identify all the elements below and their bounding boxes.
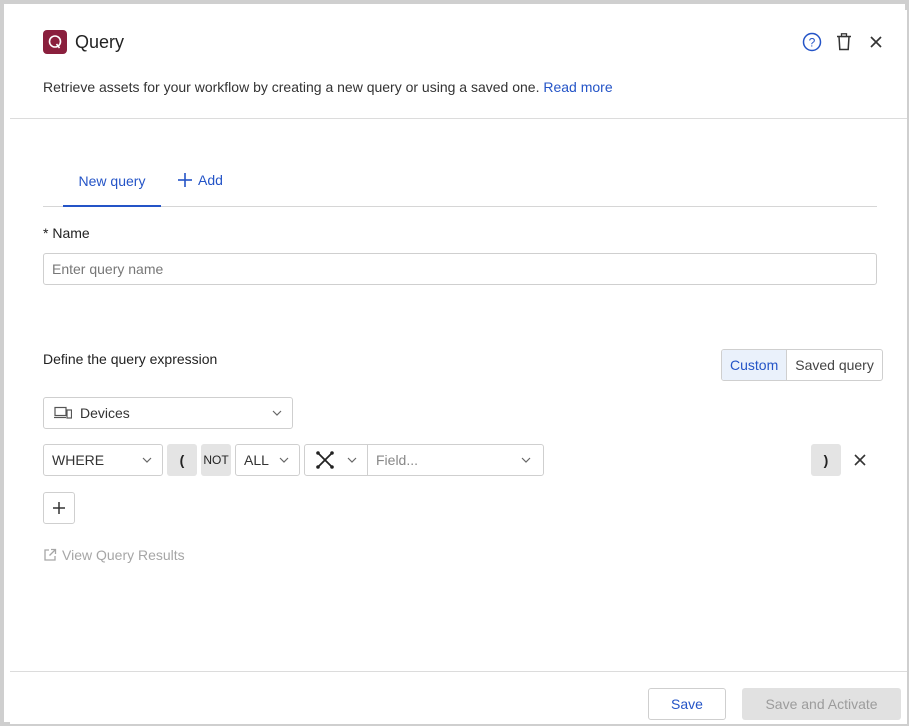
field-select[interactable]: Field... — [368, 445, 543, 475]
devices-icon — [54, 406, 72, 419]
not-toggle-button[interactable]: NOT — [201, 444, 231, 476]
dialog-title: Query — [75, 32, 125, 52]
query-tabs: New query Add — [43, 160, 877, 207]
dialog-header: Query ? Retrieve assets for your workflo… — [10, 10, 907, 119]
mode-saved-query-button[interactable]: Saved query — [787, 350, 882, 380]
help-icon[interactable]: ? — [801, 31, 823, 53]
chevron-down-icon — [521, 457, 531, 463]
close-paren-button[interactable]: ) — [811, 444, 841, 476]
plus-icon — [53, 502, 65, 514]
close-icon[interactable] — [865, 31, 887, 53]
name-label: * Name — [43, 225, 90, 241]
window-frame: Query ? Retrieve assets for your workflo… — [0, 0, 909, 726]
description-text: Retrieve assets for your workflow by cre… — [43, 79, 540, 95]
expression-label: Define the query expression — [43, 351, 218, 367]
add-tab-button[interactable]: Add — [178, 160, 223, 207]
save-button[interactable]: Save — [648, 688, 726, 720]
chevron-down-icon — [279, 457, 289, 463]
query-name-input[interactable] — [43, 253, 877, 285]
plus-icon — [178, 172, 192, 187]
query-dialog: Query ? Retrieve assets for your workflo… — [10, 10, 907, 724]
chevron-down-icon — [142, 457, 152, 463]
read-more-link[interactable]: Read more — [543, 79, 612, 95]
add-expression-button[interactable] — [43, 492, 75, 524]
all-value: ALL — [244, 452, 269, 468]
dialog-footer: Save Save and Activate — [10, 671, 907, 724]
adapters-icon — [316, 451, 334, 469]
chevron-down-icon — [272, 410, 282, 416]
chevron-down-icon — [347, 457, 357, 463]
asset-type-value: Devices — [80, 405, 130, 421]
all-select[interactable]: ALL — [235, 444, 300, 476]
save-and-activate-button[interactable]: Save and Activate — [742, 688, 901, 720]
adapter-select[interactable] — [305, 445, 368, 475]
view-results-label: View Query Results — [62, 547, 185, 563]
where-select[interactable]: WHERE — [43, 444, 163, 476]
query-mode-toggle: Custom Saved query — [721, 349, 883, 381]
add-tab-label: Add — [198, 171, 223, 188]
query-app-icon — [43, 30, 67, 54]
tab-new-query[interactable]: New query — [63, 160, 161, 207]
mode-custom-button[interactable]: Custom — [722, 350, 788, 380]
remove-row-icon[interactable] — [849, 449, 871, 471]
view-query-results-link[interactable]: View Query Results — [43, 547, 185, 563]
where-value: WHERE — [52, 452, 105, 468]
trash-icon[interactable] — [833, 31, 855, 53]
open-paren-button[interactable]: ( — [167, 444, 197, 476]
asset-type-select[interactable]: Devices — [43, 397, 293, 429]
field-select-group: Field... — [304, 444, 544, 476]
field-placeholder: Field... — [376, 452, 419, 468]
svg-text:?: ? — [809, 36, 816, 50]
dialog-description: Retrieve assets for your workflow by cre… — [43, 79, 613, 95]
external-link-icon — [44, 548, 57, 561]
